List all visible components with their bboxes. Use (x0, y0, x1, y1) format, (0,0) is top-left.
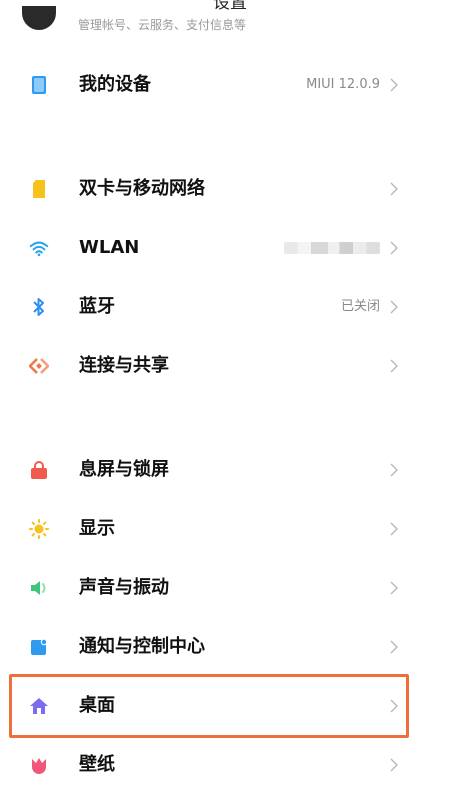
chevron-right-icon (386, 698, 402, 714)
chevron-right-icon (386, 77, 402, 93)
settings-item-wlan[interactable]: WLAN (0, 219, 460, 277)
tulip-icon (29, 755, 49, 775)
chevron-right-icon (386, 757, 402, 773)
settings-item-lock-screen[interactable]: 息屏与锁屏 (0, 441, 460, 499)
settings-item-label: WLAN (79, 237, 140, 258)
chevron-right-icon (386, 299, 402, 315)
device-icon (29, 75, 49, 95)
sim-card-icon (29, 179, 49, 199)
settings-item-label: 壁纸 (79, 754, 115, 775)
wifi-network-name-redacted (284, 242, 380, 254)
chevron-right-icon (386, 580, 402, 596)
lock-icon (29, 460, 49, 480)
settings-item-label: 显示 (79, 518, 115, 539)
settings-item-connect-share[interactable]: 连接与共享 (0, 337, 460, 395)
settings-item-value: MIUI 12.0.9 (306, 77, 380, 92)
chevron-right-icon (386, 181, 402, 197)
account-entry[interactable]: 管理帐号、云服务、支付信息等 (0, 6, 460, 44)
chevron-right-icon (386, 240, 402, 256)
share-icon (29, 356, 49, 376)
chevron-right-icon (386, 521, 402, 537)
settings-item-my-device[interactable]: 我的设备 MIUI 12.0.9 (0, 56, 460, 114)
settings-item-bluetooth[interactable]: 蓝牙 已关闭 (0, 278, 460, 336)
notification-icon (29, 637, 49, 657)
wifi-icon (29, 238, 49, 258)
settings-item-home-screen[interactable]: 桌面 (0, 677, 460, 735)
settings-item-notifications[interactable]: 通知与控制中心 (0, 618, 460, 676)
page-title: 设置 (213, 0, 247, 13)
settings-item-label: 蓝牙 (79, 296, 115, 317)
speaker-icon (29, 578, 49, 598)
chevron-right-icon (386, 358, 402, 374)
chevron-right-icon (386, 639, 402, 655)
settings-item-label: 桌面 (79, 695, 115, 716)
account-subtitle: 管理帐号、云服务、支付信息等 (78, 18, 247, 32)
chevron-right-icon (386, 462, 402, 478)
settings-item-label: 我的设备 (79, 74, 151, 95)
sun-icon (29, 519, 49, 539)
bluetooth-icon (29, 297, 49, 317)
settings-item-label: 双卡与移动网络 (79, 178, 205, 199)
settings-item-sound[interactable]: 声音与振动 (0, 559, 460, 617)
settings-item-label: 息屏与锁屏 (79, 459, 169, 480)
settings-item-wallpaper[interactable]: 壁纸 (0, 736, 460, 794)
avatar (22, 6, 56, 30)
settings-item-label: 连接与共享 (79, 355, 169, 376)
settings-item-dual-sim[interactable]: 双卡与移动网络 (0, 160, 460, 218)
home-icon (29, 696, 49, 716)
settings-item-display[interactable]: 显示 (0, 500, 460, 558)
settings-item-label: 通知与控制中心 (79, 636, 205, 657)
settings-item-value: 已关闭 (340, 299, 380, 314)
settings-item-label: 声音与振动 (79, 577, 169, 598)
